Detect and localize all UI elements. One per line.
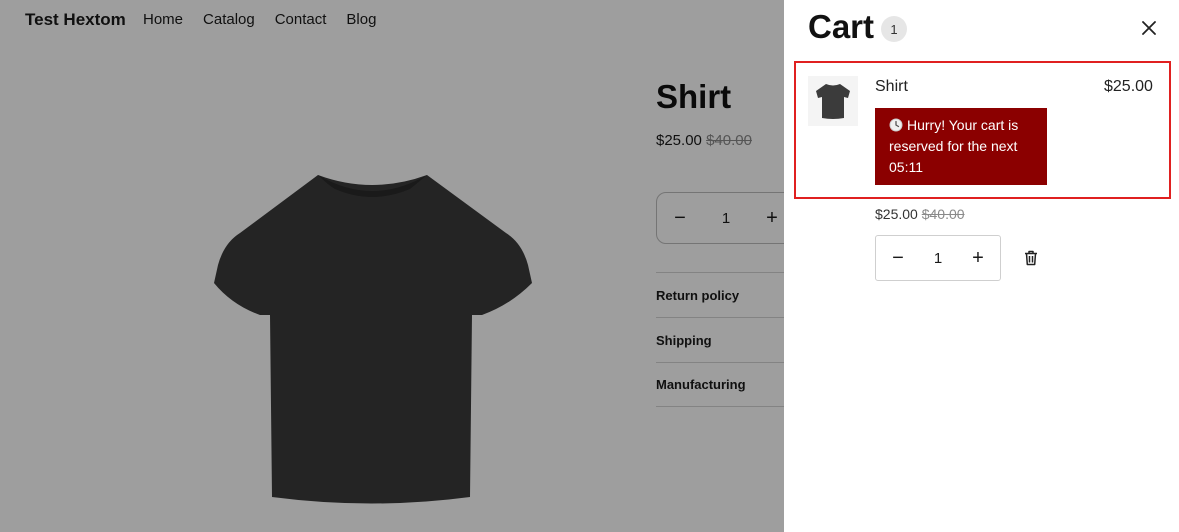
cart-drawer: Cart 1 Shirt $25.00 Hurry! Your cart is …: [784, 0, 1179, 532]
cart-increase-quantity-button[interactable]: +: [956, 247, 1000, 270]
clock-icon: [889, 118, 903, 132]
cart-item-compare-price: $40.00: [921, 206, 965, 222]
cart-reservation-timer: Hurry! Your cart is reserved for the nex…: [875, 108, 1047, 185]
drawer-overlay[interactable]: [0, 0, 784, 532]
cart-item-quantity-stepper: − 1 +: [875, 235, 1001, 281]
cart-count-badge: 1: [881, 16, 907, 42]
cart-item-thumbnail[interactable]: [808, 76, 858, 126]
cart-item-line-price: $25.00: [1104, 78, 1153, 95]
close-icon[interactable]: [1138, 17, 1160, 39]
timer-message: Hurry! Your cart is reserved for the nex…: [889, 117, 1019, 175]
cart-decrease-quantity-button[interactable]: −: [876, 247, 920, 270]
cart-quantity-value[interactable]: 1: [920, 250, 956, 267]
cart-item-sale-price: $25.00: [875, 206, 918, 222]
trash-icon[interactable]: [1024, 250, 1038, 266]
cart-item-name[interactable]: Shirt: [875, 78, 908, 96]
cart-title: Cart: [808, 8, 875, 45]
cart-item-price: $25.00 $40.00: [875, 206, 965, 222]
